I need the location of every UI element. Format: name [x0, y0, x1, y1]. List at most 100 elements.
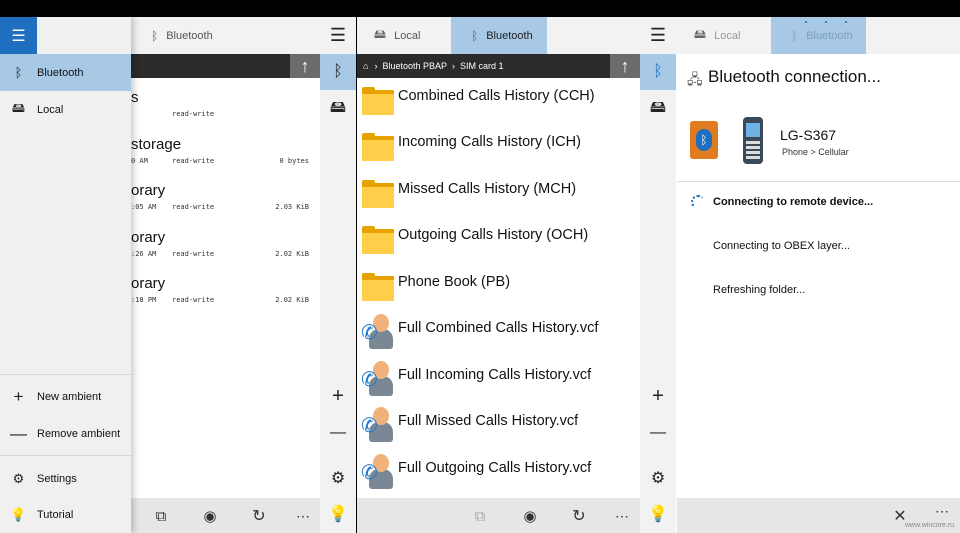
chevron-right-icon: ›: [374, 61, 378, 71]
item-name: Outgoing Calls History (OCH): [398, 227, 589, 243]
hamburger-icon[interactable]: ☰: [640, 17, 676, 53]
list-item-folder[interactable]: Incoming Calls History (ICH): [357, 124, 640, 170]
list-item-folder[interactable]: Phone Book (PB): [357, 264, 640, 310]
drawer-item-bluetooth[interactable]: ᛒ Bluetooth: [0, 54, 131, 91]
tab-local[interactable]: 🖴 Local: [357, 17, 451, 54]
watermark: www.wincore.ru: [905, 522, 955, 529]
local-drive-icon: 🖴: [374, 27, 387, 41]
lightbulb-icon[interactable]: 💡: [640, 496, 676, 532]
lightbulb-icon[interactable]: 💡: [320, 496, 356, 532]
file-size: 2.02 KiB: [275, 250, 309, 258]
button-label: New ambient: [37, 390, 102, 403]
top-black-bar: [0, 0, 960, 17]
tutorial-button[interactable]: 💡 Tutorial: [0, 496, 131, 533]
status-step: Refreshing folder...: [713, 284, 806, 296]
progress-dots: [805, 21, 847, 29]
list-item-folder[interactable]: Combined Calls History (CCH): [357, 78, 640, 124]
gear-icon[interactable]: ⚙: [640, 460, 676, 496]
file-name: orary: [131, 229, 166, 246]
eye-icon[interactable]: ◉: [200, 506, 220, 526]
eye-icon[interactable]: ◉: [520, 506, 540, 526]
file-name: orary: [131, 182, 166, 199]
local-drive-icon[interactable]: 🖴: [320, 91, 356, 127]
file-size: 2.02 KiB: [275, 296, 309, 304]
file-name: orary: [131, 275, 166, 292]
folder-icon: [362, 273, 394, 301]
bluetooth-file-icon: ᛒ: [690, 121, 718, 159]
select-icon[interactable]: ⧉: [470, 506, 490, 526]
settings-button[interactable]: ⚙ Settings: [0, 460, 131, 497]
list-item-contact[interactable]: ✆ Full Outgoing Calls History.vcf: [357, 450, 640, 496]
local-drive-icon: 🖴: [694, 27, 707, 41]
tab-label: Bluetooth: [806, 29, 853, 42]
tab-bluetooth[interactable]: ᛒ Bluetooth: [451, 17, 547, 54]
file-time: :26 AM: [131, 250, 157, 258]
folder-icon: [362, 133, 394, 161]
tab-bluetooth[interactable]: ᛒ Bluetooth: [131, 17, 232, 54]
tab-label: Bluetooth: [166, 29, 213, 42]
bluetooth-connecting-icon[interactable]: ᛒ: [640, 54, 676, 90]
connection-icon: 🖧: [687, 71, 703, 87]
more-icon[interactable]: ⋯: [612, 506, 632, 526]
file-permission: read-write: [172, 203, 215, 211]
refresh-icon[interactable]: ↻: [249, 506, 269, 526]
list-item-contact[interactable]: ✆ Full Incoming Calls History.vcf: [357, 357, 640, 403]
contact-vcard-icon: ✆: [361, 454, 395, 492]
bluetooth-icon[interactable]: ᛒ: [320, 54, 356, 90]
file-permission: read-write: [172, 157, 215, 165]
more-icon[interactable]: ⋯: [293, 506, 313, 526]
bluetooth-icon: ᛒ: [151, 28, 159, 43]
home-icon[interactable]: ⌂: [363, 61, 368, 71]
up-arrow-icon[interactable]: ↑: [290, 54, 320, 78]
chevron-right-icon: ›: [451, 61, 455, 71]
more-icon[interactable]: ⋯: [932, 503, 952, 519]
hamburger-icon[interactable]: ☰: [320, 17, 356, 53]
plus-icon[interactable]: +: [640, 378, 676, 414]
breadcrumb-item[interactable]: Bluetooth PBAP: [382, 61, 447, 71]
plus-icon[interactable]: +: [320, 378, 356, 414]
item-name: Phone Book (PB): [398, 274, 511, 290]
list-item-folder[interactable]: Missed Calls History (MCH): [357, 171, 640, 217]
tab-label: Local: [714, 29, 741, 42]
new-ambient-button[interactable]: + New ambient: [0, 378, 131, 415]
item-name: Combined Calls History (CCH): [398, 88, 595, 104]
file-time: :05 AM: [131, 203, 157, 211]
breadcrumb: ⌂ › Bluetooth PBAP › SIM card 1: [357, 54, 640, 78]
up-arrow-icon[interactable]: ↑: [610, 54, 640, 78]
folder-icon: [362, 87, 394, 115]
list-item-contact[interactable]: ✆ Full Missed Calls History.vcf: [357, 403, 640, 449]
breadcrumb-item[interactable]: SIM card 1: [460, 61, 504, 71]
file-size: 2.03 KiB: [275, 203, 309, 211]
item-name: Full Missed Calls History.vcf: [398, 413, 579, 429]
item-name: Full Combined Calls History.vcf: [398, 320, 599, 336]
file-permission: read-write: [172, 110, 215, 118]
folder-icon: [362, 180, 394, 208]
file-size: 0 bytes: [279, 157, 309, 165]
file-permission: read-write: [172, 250, 215, 258]
right-bottom-bar: ✕ ⋯ www.wincore.ru: [677, 498, 960, 533]
select-icon[interactable]: ⧉: [151, 506, 171, 526]
minus-icon[interactable]: —: [320, 415, 356, 451]
remove-ambient-button[interactable]: — Remove ambient: [0, 415, 131, 452]
tab-local[interactable]: 🖴 Local: [677, 17, 771, 54]
contact-vcard-icon: ✆: [361, 361, 395, 399]
local-drive-icon[interactable]: 🖴: [640, 91, 676, 127]
hamburger-icon: ☰: [11, 27, 26, 45]
phone-device-icon: [743, 117, 763, 164]
bluetooth-icon: ᛒ: [14, 65, 23, 80]
list-item-folder[interactable]: Outgoing Calls History (OCH): [357, 217, 640, 263]
spinner-icon: [691, 195, 705, 209]
list-item-contact[interactable]: ✆ Full Combined Calls History.vcf: [357, 310, 640, 356]
gear-icon[interactable]: ⚙: [320, 460, 356, 496]
refresh-icon[interactable]: ↻: [569, 506, 589, 526]
file-time: 0 AM: [131, 157, 148, 165]
drawer-item-local[interactable]: 🖴 Local: [0, 91, 131, 128]
hamburger-menu-button[interactable]: ☰: [0, 17, 37, 54]
minus-icon[interactable]: —: [640, 415, 676, 451]
item-name: Full Outgoing Calls History.vcf: [398, 460, 592, 476]
navigation-drawer: ☰ ᛒ Bluetooth 🖴 Local + New ambient — Re…: [0, 17, 131, 533]
contact-vcard-icon: ✆: [361, 407, 395, 445]
button-label: Tutorial: [37, 508, 74, 521]
tab-label: Bluetooth: [486, 29, 533, 42]
left-bottom-bar: ⧉ ◉ ↻ ⋯: [131, 498, 320, 533]
